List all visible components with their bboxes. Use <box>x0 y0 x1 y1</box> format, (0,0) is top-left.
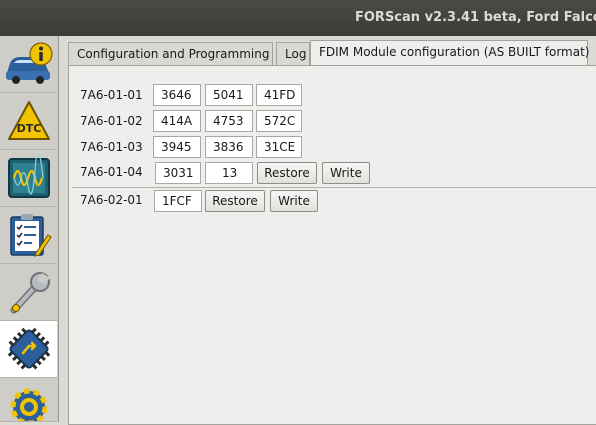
sidebar: DTC <box>0 36 59 422</box>
restore-button[interactable]: Restore <box>205 190 265 212</box>
value-field[interactable]: 3945 <box>153 136 201 158</box>
value-field[interactable]: 572C <box>256 110 302 132</box>
sidebar-item-service[interactable] <box>0 264 57 321</box>
sidebar-item-vehicle-info[interactable] <box>0 36 57 93</box>
gear-icon <box>6 384 52 421</box>
row-label: 7A6-01-03 <box>80 140 143 154</box>
value-field[interactable]: 414A <box>153 110 201 132</box>
value-field[interactable]: 41FD <box>256 84 302 106</box>
divider <box>72 187 596 188</box>
tab-label: FDIM Module configuration (AS BUILT form… <box>319 45 590 59</box>
tab-configuration-programming[interactable]: Configuration and Programming <box>68 42 273 66</box>
window-title: FORScan v2.3.41 beta, Ford Falcon For <box>355 10 596 25</box>
value-field[interactable]: 13 <box>205 162 253 184</box>
title-bar: FORScan v2.3.41 beta, Ford Falcon For <box>0 0 596 36</box>
row-label: 7A6-01-02 <box>80 114 143 128</box>
tab-label: Configuration and Programming <box>77 47 270 61</box>
wrench-icon <box>6 268 52 316</box>
value-field[interactable]: 4753 <box>205 110 253 132</box>
sidebar-item-settings[interactable] <box>0 378 57 422</box>
value-field[interactable]: 1FCF <box>154 190 202 212</box>
sidebar-item-oscilloscope[interactable] <box>0 150 57 207</box>
oscilloscope-icon <box>6 156 52 200</box>
value-field[interactable]: 3836 <box>205 136 253 158</box>
row-label: 7A6-02-01 <box>80 193 143 207</box>
config-panel <box>68 65 596 425</box>
value-field[interactable]: 31CE <box>256 136 302 158</box>
value-field[interactable]: 3031 <box>155 162 201 184</box>
dtc-icon: DTC <box>6 99 52 143</box>
sidebar-item-tests[interactable] <box>0 207 57 264</box>
sidebar-item-configuration[interactable] <box>0 321 57 378</box>
write-button[interactable]: Write <box>322 162 370 184</box>
tab-label: Log <box>285 47 307 61</box>
row-label: 7A6-01-01 <box>80 88 143 102</box>
sidebar-item-dtc[interactable]: DTC <box>0 93 57 150</box>
value-field[interactable]: 3646 <box>153 84 201 106</box>
checklist-icon <box>6 211 52 259</box>
row-label: 7A6-01-04 <box>80 165 143 179</box>
chip-icon <box>4 324 54 374</box>
value-field[interactable]: 5041 <box>205 84 253 106</box>
car-info-icon <box>4 41 54 87</box>
svg-text:DTC: DTC <box>16 122 41 135</box>
tab-log[interactable]: Log <box>276 42 310 66</box>
restore-button[interactable]: Restore <box>257 162 317 184</box>
tab-fdim-module-configuration[interactable]: FDIM Module configuration (AS BUILT form… <box>310 40 590 65</box>
write-button[interactable]: Write <box>270 190 318 212</box>
